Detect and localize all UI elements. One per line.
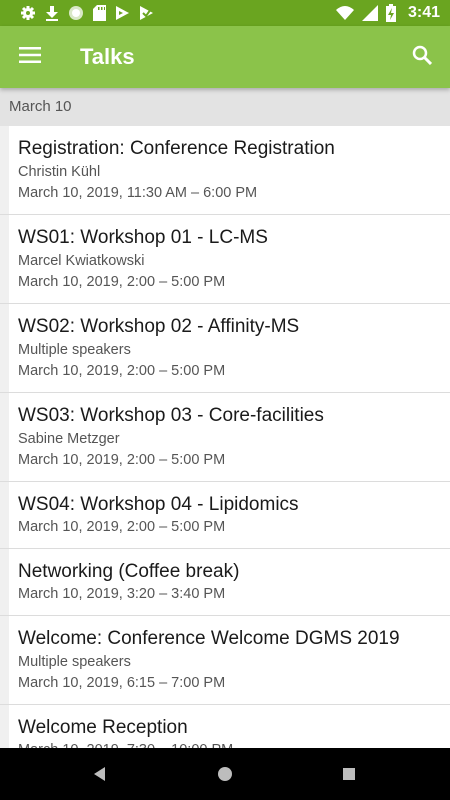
talk-item[interactable]: WS01: Workshop 01 - LC-MS Marcel Kwiatko… — [0, 215, 450, 304]
play-store-icon — [115, 5, 130, 21]
talk-speaker: Multiple speakers — [18, 342, 131, 358]
talk-item[interactable]: Welcome Reception March 10, 2019, 7:30 –… — [0, 705, 450, 748]
talk-accent-bar — [0, 126, 9, 214]
talk-item[interactable]: Registration: Conference Registration Ch… — [0, 126, 450, 215]
talk-item[interactable]: Welcome: Conference Welcome DGMS 2019 Mu… — [0, 616, 450, 705]
talk-speaker: Marcel Kwiatkowski — [18, 253, 145, 269]
talk-accent-bar — [0, 549, 9, 615]
talk-time: March 10, 2019, 7:30 – 10:00 PM — [18, 740, 440, 748]
talk-list: Registration: Conference Registration Ch… — [0, 126, 450, 748]
talk-title: Registration: Conference Registration — [18, 138, 335, 159]
hamburger-menu-icon — [19, 46, 41, 68]
search-icon — [412, 45, 433, 70]
talk-item[interactable]: WS03: Workshop 03 - Core-facilities Sabi… — [0, 393, 450, 482]
talk-accent-bar — [0, 705, 9, 748]
download-icon — [45, 5, 59, 21]
back-icon[interactable] — [90, 764, 110, 784]
talk-accent-bar — [0, 215, 9, 303]
talk-title: WS03: Workshop 03 - Core-facilities — [18, 405, 324, 426]
talk-title: Welcome: Conference Welcome DGMS 2019 — [18, 628, 400, 649]
talk-speaker: Multiple speakers — [18, 654, 131, 670]
status-time: 3:41 — [407, 4, 440, 21]
talk-time: March 10, 2019, 3:20 – 3:40 PM — [18, 586, 226, 602]
talk-time: March 10, 2019, 11:30 AM – 6:00 PM — [18, 185, 258, 201]
app-bar: Talks — [0, 26, 450, 88]
talk-title: Networking (Coffee break) — [18, 561, 240, 582]
talk-speaker: Sabine Metzger — [18, 431, 120, 447]
talk-title: Welcome Reception — [18, 717, 188, 738]
home-icon[interactable] — [215, 764, 235, 784]
talk-accent-bar — [0, 304, 9, 392]
signal-icon — [361, 5, 378, 21]
search-button[interactable] — [404, 39, 440, 75]
talk-title: WS01: Workshop 01 - LC-MS — [18, 227, 268, 248]
play-store-alt-icon — [139, 5, 154, 21]
talk-time: March 10, 2019, 2:00 – 5:00 PM — [18, 274, 226, 290]
talk-time: March 10, 2019, 6:15 – 7:00 PM — [18, 675, 226, 691]
talk-item[interactable]: WS04: Workshop 04 - Lipidomics March 10,… — [0, 482, 450, 549]
talk-time: March 10, 2019, 2:00 – 5:00 PM — [18, 519, 226, 535]
battery-icon — [385, 4, 396, 22]
gear-icon — [20, 5, 36, 21]
talk-list-container[interactable]: March 10 Registration: Conference Regist… — [0, 88, 450, 748]
talk-item[interactable]: WS02: Workshop 02 - Affinity-MS Multiple… — [0, 304, 450, 393]
talk-accent-bar — [0, 482, 9, 548]
talk-title: WS04: Workshop 04 - Lipidomics — [18, 494, 299, 515]
talk-title: WS02: Workshop 02 - Affinity-MS — [18, 316, 300, 337]
sync-icon — [68, 5, 84, 21]
talk-time: March 10, 2019, 2:00 – 5:00 PM — [18, 452, 226, 468]
wifi-icon — [335, 6, 354, 20]
status-bar: 3:41 — [0, 0, 450, 26]
sd-card-icon — [93, 5, 106, 21]
recents-icon[interactable] — [339, 764, 359, 784]
talk-speaker: Christin Kühl — [18, 164, 101, 180]
talk-time: March 10, 2019, 2:00 – 5:00 PM — [18, 363, 226, 379]
talk-accent-bar — [0, 616, 9, 704]
menu-button[interactable] — [12, 39, 48, 75]
system-nav-bar — [0, 748, 450, 800]
talk-item[interactable]: Networking (Coffee break) March 10, 2019… — [0, 549, 450, 616]
page-title: Talks — [80, 44, 135, 69]
date-section-header: March 10 — [0, 88, 450, 126]
talk-accent-bar — [0, 393, 9, 481]
